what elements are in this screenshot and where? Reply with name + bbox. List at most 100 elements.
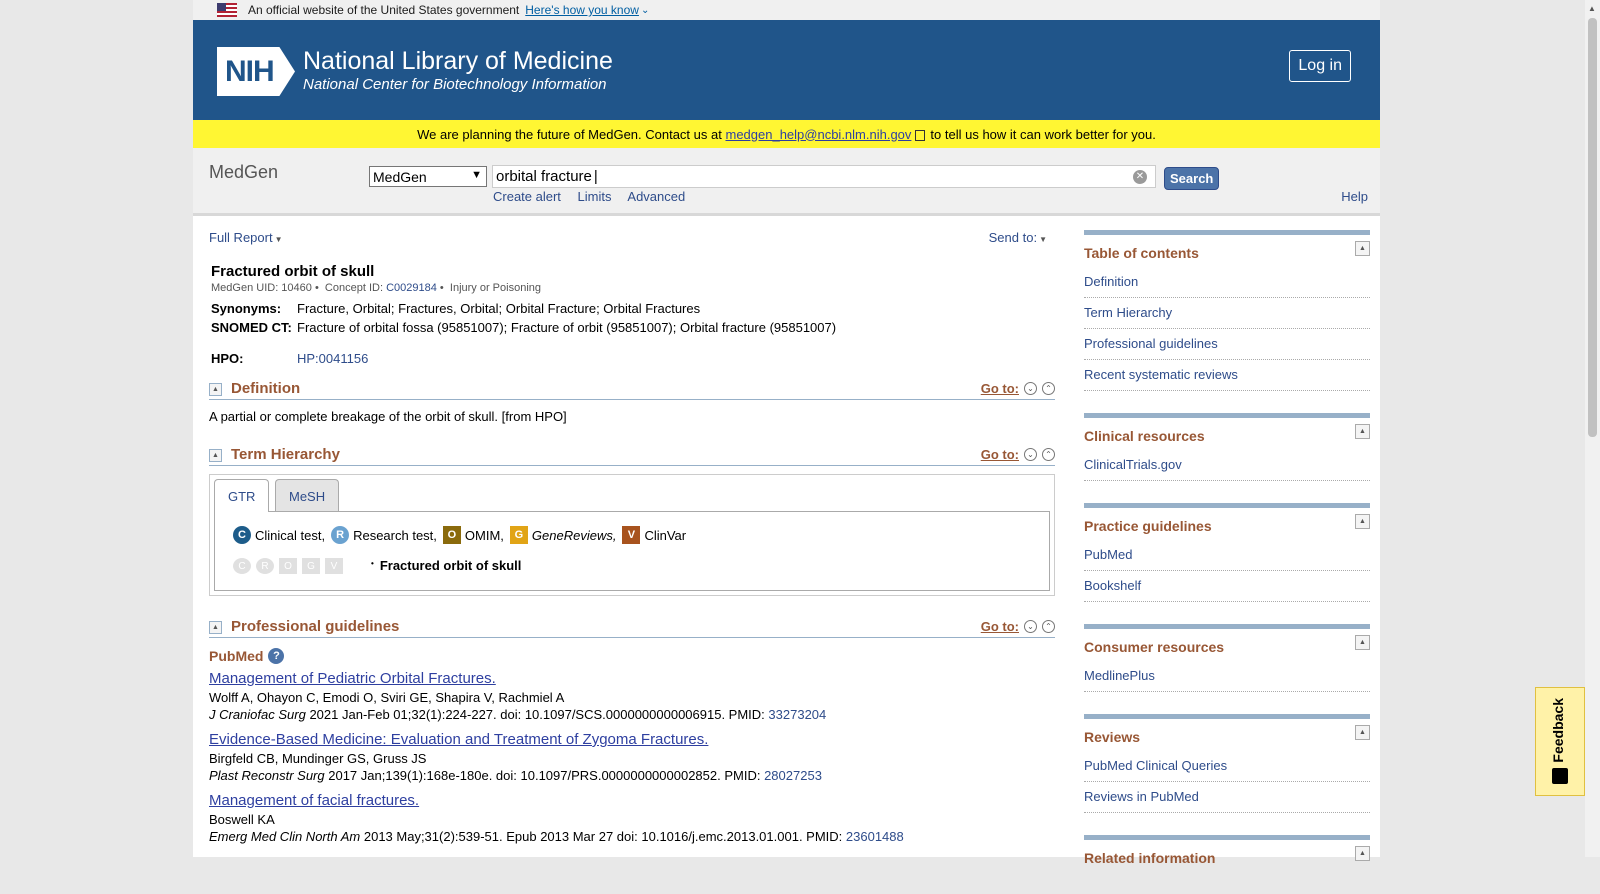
chevron-up-icon[interactable]: ⌃ — [1042, 620, 1055, 633]
nih-logo-mark: NIH — [217, 47, 295, 96]
clinical-resources-title: Clinical resources — [1084, 428, 1205, 444]
help-link[interactable]: Help — [1341, 189, 1368, 204]
practice-pubmed-link[interactable]: PubMed — [1084, 540, 1370, 571]
citation-source: Emerg Med Clin North Am 2013 May;31(2):5… — [209, 829, 904, 844]
legend-label: OMIM, — [464, 527, 504, 543]
toc-item-definition[interactable]: Definition — [1084, 267, 1370, 298]
concept-category: Injury or Poisoning — [449, 282, 541, 294]
gov-banner: An official website of the United States… — [193, 0, 1380, 20]
definition-section-header: ▲ Definition Go to: ⌄ ⌃ — [209, 378, 1055, 400]
header-subtitle: National Center for Biotechnology Inform… — [303, 76, 607, 93]
medlineplus-link[interactable]: MedlinePlus — [1084, 661, 1370, 692]
collapse-toggle-icon[interactable]: ▲ — [1355, 846, 1370, 861]
concept-properties: Synonyms: Fracture, Orbital; Fractures, … — [209, 299, 836, 368]
feedback-button[interactable]: Feedback — [1535, 687, 1585, 796]
chevron-down-icon[interactable]: ⌄ — [1024, 448, 1037, 461]
clinicaltrials-link[interactable]: ClinicalTrials.gov — [1084, 450, 1370, 481]
hpo-label: HPO: — [211, 351, 244, 366]
send-to-dropdown[interactable]: Send to: ▼ — [989, 230, 1047, 245]
practice-bookshelf-link[interactable]: Bookshelf — [1084, 571, 1370, 602]
section-title-hierarchy: Term Hierarchy — [231, 446, 340, 463]
clinical-resources-box: Clinical resources ▲ ClinicalTrials.gov — [1084, 413, 1370, 481]
reviews-box: Reviews ▲ PubMed Clinical Queries Review… — [1084, 714, 1370, 813]
toc-item-guidelines[interactable]: Professional guidelines — [1084, 329, 1370, 360]
research-test-badge-disabled: R — [256, 558, 274, 574]
collapse-toggle-icon[interactable]: ▲ — [1355, 241, 1370, 256]
limits-link[interactable]: Limits — [578, 189, 612, 204]
medgen-uid: MedGen UID: 10460 — [211, 282, 312, 294]
citation-title-link[interactable]: Management of Pediatric Orbital Fracture… — [209, 670, 496, 687]
concept-id-link[interactable]: C0029184 — [386, 282, 437, 294]
hierarchy-panel: C Clinical test, R Research test, O OMIM, G… — [214, 511, 1050, 591]
collapse-toggle-icon[interactable]: ▲ — [1355, 635, 1370, 650]
hierarchy-section-header: ▲ Term Hierarchy Go to: ⌄ ⌃ — [209, 444, 1055, 466]
citation-title-link[interactable]: Evidence-Based Medicine: Evaluation and … — [209, 731, 708, 748]
citation-title-link[interactable]: Management of facial fractures. — [209, 792, 419, 809]
citation-authors: Wolff A, Ohayon C, Emodi O, Sviri GE, Sh… — [209, 690, 565, 705]
tab-mesh[interactable]: MeSH — [275, 479, 340, 511]
genereviews-badge-disabled: G — [302, 558, 320, 574]
scrollbar[interactable]: ▲ — [1585, 0, 1600, 857]
notice-text-before: We are planning the future of MedGen. Co… — [417, 126, 722, 142]
chevron-up-icon[interactable]: ⌃ — [1042, 382, 1055, 395]
collapse-toggle-icon[interactable]: ▲ — [1355, 424, 1370, 439]
create-alert-link[interactable]: Create alert — [493, 189, 561, 204]
scrollbar-thumb[interactable] — [1588, 18, 1597, 437]
collapse-toggle-icon[interactable]: ▲ — [209, 621, 222, 634]
hierarchy-tabs-box: GTR MeSH C Clinical test, R Research test,… — [209, 474, 1055, 596]
nih-logo[interactable]: NIH National Library of Medicine Nationa… — [217, 47, 613, 96]
collapse-toggle-icon[interactable]: ▲ — [1355, 725, 1370, 740]
page-title: Fractured orbit of skull — [211, 263, 375, 280]
chevron-down-icon[interactable]: ⌄ — [641, 5, 649, 16]
citation-authors: Boswell KA — [209, 812, 275, 827]
tab-gtr[interactable]: GTR — [214, 479, 270, 512]
chevron-up-icon[interactable]: ⌃ — [1042, 448, 1055, 461]
goto-link[interactable]: Go to: — [981, 619, 1019, 634]
toc-item-hierarchy[interactable]: Term Hierarchy — [1084, 298, 1370, 329]
notice-email-link[interactable]: medgen_help@ncbi.nlm.nih.gov — [725, 127, 911, 142]
clear-search-icon[interactable]: ✕ — [1133, 170, 1147, 184]
toc-title: Table of contents — [1084, 245, 1199, 261]
copy-icon[interactable] — [915, 129, 926, 141]
consumer-resources-box: Consumer resources ▲ MedlinePlus — [1084, 624, 1370, 692]
definition-text: A partial or complete breakage of the or… — [209, 409, 567, 424]
chevron-down-icon: ▼ — [274, 235, 283, 244]
toc-item-reviews[interactable]: Recent systematic reviews — [1084, 360, 1370, 391]
collapse-toggle-icon[interactable]: ▲ — [209, 449, 222, 462]
collapse-toggle-icon[interactable]: ▲ — [209, 383, 222, 396]
chevron-down-icon[interactable]: ⌄ — [1024, 620, 1037, 633]
advanced-link[interactable]: Advanced — [627, 189, 685, 204]
collapse-toggle-icon[interactable]: ▲ — [1355, 514, 1370, 529]
database-select[interactable]: MedGen ▼ — [369, 166, 487, 187]
goto-link[interactable]: Go to: — [981, 447, 1019, 462]
practice-guidelines-box: Practice guidelines ▲ PubMed Bookshelf — [1084, 503, 1370, 602]
full-report-dropdown[interactable]: Full Report ▼ — [209, 230, 283, 245]
chevron-down-icon[interactable]: ⌄ — [1024, 382, 1037, 395]
scroll-up-icon[interactable]: ▲ — [1588, 4, 1596, 13]
feedback-label: Feedback — [1550, 698, 1566, 763]
reviews-pubmed-link[interactable]: Reviews in PubMed — [1084, 782, 1370, 813]
hpo-link[interactable]: HP:0041156 — [297, 351, 368, 366]
login-button[interactable]: Log in — [1289, 50, 1351, 82]
gov-banner-text: An official website of the United States… — [248, 3, 520, 17]
pmid-link[interactable]: 33273204 — [768, 707, 826, 722]
how-you-know-link[interactable]: Here's how you know — [525, 3, 639, 17]
help-icon[interactable]: ? — [268, 648, 285, 664]
synonyms-value: Fracture, Orbital; Fractures, Orbital; O… — [297, 301, 701, 316]
right-sidebar: Table of contents ▲ Definition Term Hier… — [1084, 230, 1370, 894]
synonyms-label: Synonyms: — [211, 301, 282, 316]
clinical-test-badge-disabled: C — [233, 558, 251, 574]
goto-link[interactable]: Go to: — [981, 381, 1019, 396]
pmid-link[interactable]: 23601488 — [846, 829, 904, 844]
search-button[interactable]: Search — [1164, 167, 1220, 190]
search-input[interactable]: orbital fracture | ✕ — [492, 165, 1156, 188]
practice-guidelines-title: Practice guidelines — [1084, 518, 1212, 534]
notice-text-after: to tell us how it can work better for yo… — [930, 126, 1156, 142]
clinical-queries-link[interactable]: PubMed Clinical Queries — [1084, 751, 1370, 782]
concept-id-label: Concept ID: — [324, 282, 384, 294]
pmid-link[interactable]: 28027253 — [764, 768, 822, 783]
reviews-title: Reviews — [1084, 729, 1141, 745]
genereviews-badge: G — [509, 526, 528, 544]
pubmed-heading: PubMed ? — [209, 648, 1055, 664]
omim-badge: O — [442, 526, 461, 544]
